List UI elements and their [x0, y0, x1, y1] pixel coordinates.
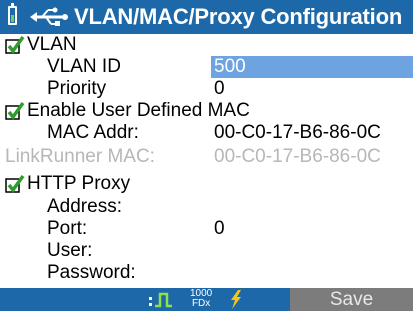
password-label: Password: — [47, 262, 136, 283]
power-bolt-icon — [231, 290, 241, 309]
title-bar: VLAN/MAC/Proxy Configuration — [0, 0, 413, 34]
linkrunner-mac-value: 00-C0-17-B6-86-0C — [214, 146, 381, 167]
mac-addr-field[interactable]: 00-C0-17-B6-86-0C — [214, 122, 381, 144]
http-proxy-checkbox[interactable] — [5, 174, 25, 194]
vlan-checkbox[interactable] — [5, 35, 25, 55]
enable-mac-label: Enable User Defined MAC — [27, 100, 250, 121]
linkrunner-mac-label: LinkRunner MAC: — [5, 146, 155, 167]
battery-icon — [8, 3, 17, 25]
save-button[interactable]: Save — [290, 288, 413, 311]
port-label: Port: — [47, 218, 88, 239]
enable-mac-checkbox[interactable] — [5, 101, 25, 121]
user-label: User: — [47, 240, 93, 261]
priority-label: Priority — [47, 78, 107, 99]
usb-network-icon — [30, 7, 68, 26]
vlan-id-value: 500 — [214, 56, 246, 77]
page-title: VLAN/MAC/Proxy Configuration — [74, 4, 403, 29]
http-proxy-label: HTTP Proxy — [27, 173, 131, 194]
vlan-id-label: VLAN ID — [47, 56, 121, 77]
address-label: Address: — [47, 196, 122, 217]
link-speed: 1000 FDx — [190, 288, 213, 309]
vlan-label: VLAN — [27, 34, 77, 55]
vlan-id-field[interactable]: 500 — [211, 56, 413, 78]
link-pulse-icon — [149, 292, 172, 308]
port-field[interactable]: 0 — [214, 218, 225, 240]
mac-addr-label: MAC Addr: — [47, 122, 139, 143]
status-bar: 1000 FDx Save — [0, 288, 413, 311]
priority-field[interactable]: 0 — [214, 78, 225, 100]
